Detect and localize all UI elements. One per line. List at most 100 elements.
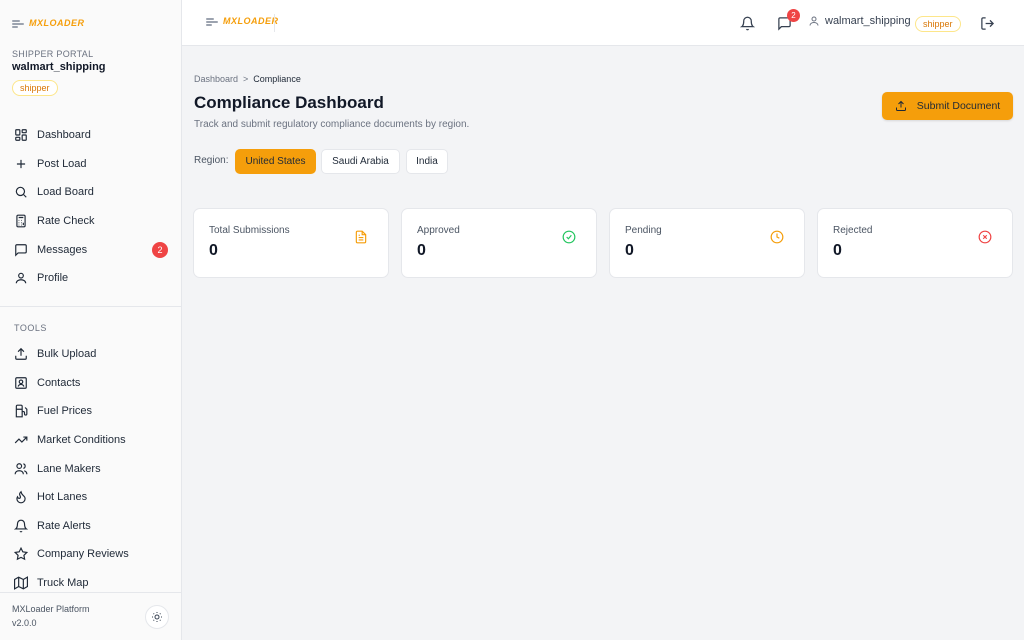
stat-value: 0	[833, 242, 842, 259]
messages-badge: 2	[787, 9, 800, 22]
nav-item-contacts[interactable]: Contacts	[0, 369, 182, 398]
contacts-icon	[15, 377, 27, 389]
stat-card-approved: Approved 0	[401, 208, 597, 278]
calculator-icon	[16, 214, 26, 228]
nav-item-bulk-upload[interactable]: Bulk Upload	[0, 340, 182, 369]
platform-name: MXLoader Platform	[12, 604, 90, 614]
nav-item-load-board[interactable]: Load Board	[0, 178, 182, 207]
region-tab-saudi-arabia[interactable]: Saudi Arabia	[321, 149, 400, 174]
brand-logo[interactable]: MXLOADER	[12, 18, 85, 28]
nav-item-messages[interactable]: Messages 2	[0, 235, 182, 264]
topbar-divider	[274, 14, 275, 32]
user-menu[interactable]: walmart_shipping	[808, 15, 911, 27]
nav-item-lane-makers[interactable]: Lane Makers	[0, 454, 182, 483]
stat-label: Total Submissions	[209, 225, 290, 236]
user-icon	[15, 273, 27, 284]
trend-icon	[14, 436, 28, 444]
sidebar-footer: MXLoader Platform v2.0.0	[0, 592, 182, 640]
logo-text: MXLOADER	[223, 16, 279, 26]
map-icon	[14, 576, 28, 590]
region-tab-united-states[interactable]: United States	[235, 149, 316, 174]
clock-icon	[770, 230, 784, 244]
breadcrumb-separator: >	[243, 74, 249, 84]
document-icon	[355, 230, 367, 244]
nav-item-label: Truck Map	[37, 577, 89, 590]
logo-text: MXLOADER	[29, 18, 85, 28]
users-icon	[14, 462, 28, 474]
nav-item-label: Market Conditions	[37, 434, 126, 447]
region-label: Region:	[194, 155, 229, 166]
upload-icon	[15, 348, 27, 361]
upload-icon	[895, 100, 906, 111]
search-icon	[15, 187, 27, 199]
platform-version: v2.0.0	[12, 618, 37, 628]
topbar: MXLOADER 2 walmart_shipping shipper	[182, 0, 1024, 46]
tools-section-label: TOOLS	[14, 323, 47, 333]
submit-document-label: Submit Document	[916, 100, 1001, 112]
page-subtitle: Track and submit regulatory compliance d…	[194, 119, 470, 130]
nav-item-fuel-prices[interactable]: Fuel Prices	[0, 397, 182, 426]
logo-mark-icon	[206, 16, 220, 26]
nav-item-rate-check[interactable]: Rate Check	[0, 207, 182, 236]
theme-toggle-button[interactable]	[145, 605, 169, 629]
breadcrumb-parent[interactable]: Dashboard	[194, 74, 238, 84]
nav-item-label: Fuel Prices	[37, 405, 93, 418]
stat-label: Rejected	[833, 225, 873, 236]
star-icon	[14, 547, 28, 561]
sun-icon	[152, 612, 162, 622]
portal-label: SHIPPER PORTAL	[12, 49, 94, 59]
stat-value: 0	[625, 242, 634, 259]
notifications-button[interactable]	[737, 13, 757, 33]
user-icon	[809, 16, 819, 26]
check-circle-icon	[562, 230, 576, 244]
logout-button[interactable]	[977, 13, 997, 33]
topbar-logo[interactable]: MXLOADER	[206, 16, 279, 26]
sidebar-divider	[0, 306, 182, 307]
stat-card-total: Total Submissions 0	[193, 208, 389, 278]
nav-item-label: Rate Check	[37, 215, 95, 228]
nav-item-company-reviews[interactable]: Company Reviews	[0, 540, 182, 569]
nav-item-dashboard[interactable]: Dashboard	[0, 121, 182, 150]
fuel-icon	[15, 405, 28, 418]
x-circle-icon	[978, 230, 992, 244]
bell-icon	[739, 16, 755, 30]
nav-item-post-load[interactable]: Post Load	[0, 150, 182, 179]
stat-value: 0	[417, 242, 426, 259]
nav-item-rate-alerts[interactable]: Rate Alerts	[0, 512, 182, 541]
stat-card-pending: Pending 0	[609, 208, 805, 278]
nav-item-profile[interactable]: Profile	[0, 264, 182, 293]
main-nav: Dashboard Post Load Load Board Rate Chec…	[0, 121, 182, 293]
region-tab-india[interactable]: India	[406, 149, 448, 174]
logout-icon	[980, 16, 994, 30]
stat-label: Pending	[625, 225, 662, 236]
main-content: Dashboard > Compliance Compliance Dashbo…	[182, 46, 1024, 640]
nav-item-label: Company Reviews	[37, 548, 129, 561]
tools-nav: Bulk Upload Contacts Fuel Prices Market …	[0, 340, 182, 597]
nav-item-label: Hot Lanes	[37, 491, 88, 504]
sidebar: MXLOADER SHIPPER PORTAL walmart_shipping…	[0, 0, 182, 640]
chat-icon	[15, 243, 27, 257]
nav-item-label: Contacts	[37, 376, 81, 389]
nav-item-label: Bulk Upload	[37, 348, 97, 361]
topbar-role-badge: shipper	[915, 16, 961, 32]
grid-icon	[15, 129, 27, 142]
nav-item-label: Dashboard	[37, 129, 91, 142]
page-title: Compliance Dashboard	[194, 93, 384, 112]
logo-mark-icon	[12, 18, 26, 28]
stat-label: Approved	[417, 225, 460, 236]
breadcrumb: Dashboard > Compliance	[194, 74, 301, 84]
topbar-username: walmart_shipping	[825, 15, 911, 27]
nav-item-label: Profile	[37, 272, 69, 285]
nav-item-market-conditions[interactable]: Market Conditions	[0, 426, 182, 455]
sidebar-username: walmart_shipping	[12, 61, 106, 73]
nav-item-label: Messages	[37, 243, 88, 256]
stat-card-rejected: Rejected 0	[817, 208, 1013, 278]
stat-value: 0	[209, 242, 218, 259]
nav-item-label: Load Board	[37, 186, 94, 199]
flame-icon	[16, 490, 26, 504]
bell-icon	[14, 519, 28, 533]
nav-item-hot-lanes[interactable]: Hot Lanes	[0, 483, 182, 512]
messages-button[interactable]: 2	[774, 9, 800, 33]
submit-document-button[interactable]: Submit Document	[882, 92, 1013, 120]
sidebar-role-badge: shipper	[12, 80, 58, 96]
